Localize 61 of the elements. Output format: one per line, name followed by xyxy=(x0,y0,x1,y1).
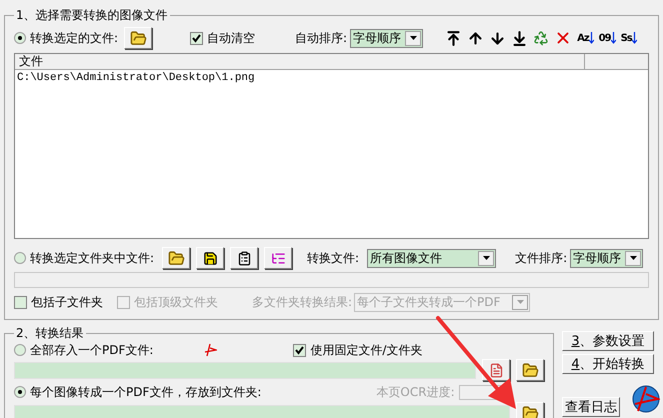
tree-button[interactable] xyxy=(264,247,292,269)
sort-label: 自动排序: xyxy=(295,30,348,47)
sort-button[interactable]: 09 xyxy=(598,32,616,44)
sort-arrow-icon xyxy=(610,32,616,44)
folder-icon xyxy=(522,362,538,378)
action-button[interactable]: 3、参数设置 xyxy=(562,331,654,351)
open-file-button[interactable] xyxy=(124,27,152,49)
acrobat-icon xyxy=(203,343,218,357)
sort-arrow-icon xyxy=(588,32,594,44)
choose-folder-button[interactable] xyxy=(516,359,544,381)
adobe-logo-icon xyxy=(632,384,660,414)
radio-label: 转换选定文件夹中文件: xyxy=(30,250,154,267)
dropdown[interactable]: 字母顺序 xyxy=(350,28,424,48)
group-title: 2、转换结果 xyxy=(15,325,85,342)
multi-folder-label: 多文件夹转换结果: xyxy=(252,294,352,311)
folder-settings-button[interactable] xyxy=(196,247,224,269)
folder-card-icon xyxy=(202,250,218,266)
dropdown[interactable]: 所有图像文件 xyxy=(367,248,496,268)
convert-files-label: 转换文件: xyxy=(307,250,360,267)
action-button[interactable]: 4、开始转换 xyxy=(562,354,654,374)
radio-label: 每个图像转成一个PDF文件，存放到文件夹: xyxy=(30,384,262,401)
sort-button[interactable]: Ss xyxy=(620,32,637,44)
group-title: 1、选择需要转换的图像文件 xyxy=(15,7,169,24)
output-folder-field[interactable] xyxy=(14,404,510,418)
checkbox[interactable] xyxy=(14,296,27,308)
file-row[interactable]: C:\Users\Administrator\Desktop\1.png xyxy=(15,70,648,86)
radio-button[interactable] xyxy=(14,32,26,44)
radio-label: 全部存入一个PDF文件: xyxy=(30,342,154,359)
open-folder-button[interactable] xyxy=(162,247,190,269)
radio-button[interactable] xyxy=(14,252,26,264)
folder-icon xyxy=(168,250,185,266)
choose-pdf-button[interactable] xyxy=(482,359,510,381)
file-sort-label: 文件排序: xyxy=(515,250,568,267)
dropdown[interactable]: 字母顺序 xyxy=(570,248,644,268)
radio-label: 转换选定的文件: xyxy=(30,30,118,47)
checkbox-label: 包括子文件夹 xyxy=(31,294,103,311)
ocr-progress-label: 本页OCR进度: xyxy=(376,384,455,401)
action-button[interactable]: 查看日志 xyxy=(562,397,620,417)
checkbox[interactable] xyxy=(293,344,306,356)
pdf-path-field[interactable] xyxy=(14,362,476,378)
sort-button[interactable]: Az xyxy=(577,32,594,44)
move-up-icon[interactable] xyxy=(467,30,484,46)
folder-icon xyxy=(522,404,538,418)
notes-button[interactable] xyxy=(230,247,258,269)
output-folder-button[interactable] xyxy=(516,402,544,418)
notepad-icon xyxy=(236,250,252,266)
radio-button[interactable] xyxy=(14,386,26,398)
checkbox-label: 包括顶级文件夹 xyxy=(134,294,218,311)
checkbox-label: 自动清空 xyxy=(207,30,256,47)
folder-icon xyxy=(130,30,147,46)
tree-list-icon xyxy=(270,250,286,266)
checkbox[interactable] xyxy=(190,32,204,44)
move-bottom-icon[interactable] xyxy=(511,30,528,46)
recycle-bin-icon[interactable] xyxy=(533,30,550,46)
checkbox-label: 使用固定文件/文件夹 xyxy=(310,342,422,359)
radio-button[interactable] xyxy=(14,344,26,356)
move-top-icon[interactable] xyxy=(445,30,462,46)
pdf-file-icon xyxy=(488,362,504,378)
move-down-icon[interactable] xyxy=(489,30,506,46)
folder-path-field[interactable] xyxy=(14,272,649,288)
sort-arrow-icon xyxy=(632,32,637,44)
